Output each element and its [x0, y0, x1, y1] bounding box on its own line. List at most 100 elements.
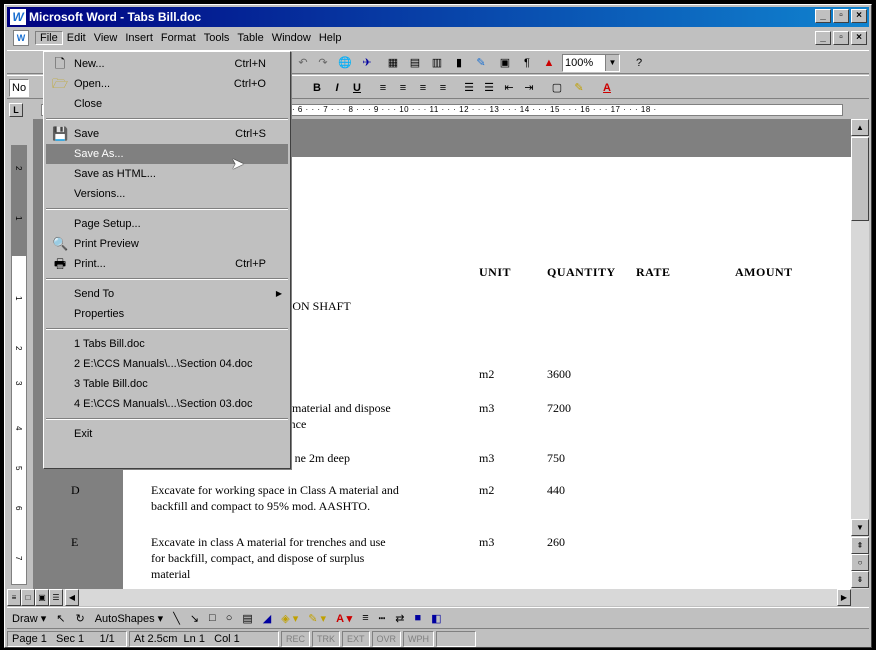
help-icon[interactable]: ?	[629, 53, 649, 73]
status-ext[interactable]: EXT	[342, 631, 370, 647]
menu-item-recent-4[interactable]: 4 E:\CCS Manuals\...\Section 03.doc	[46, 394, 288, 414]
doc-minimize-button[interactable]: _	[815, 31, 831, 45]
increase-indent-icon[interactable]: ⇥	[519, 78, 539, 98]
menu-window[interactable]: Window	[268, 32, 315, 44]
menu-item-properties[interactable]: Properties	[46, 304, 288, 324]
status-ovr[interactable]: OVR	[371, 631, 402, 647]
hyperlink-icon[interactable]: 🌐	[335, 53, 355, 73]
menu-file[interactable]: File	[35, 31, 63, 45]
italic-icon[interactable]: I	[327, 78, 347, 98]
menu-item-save-as[interactable]: Save As...	[46, 144, 288, 164]
vertical-scrollbar[interactable]: ▲ ▼ ⇞ ○ ⇟	[851, 119, 869, 589]
menu-insert[interactable]: Insert	[121, 32, 157, 44]
menu-tools[interactable]: Tools	[200, 32, 234, 44]
decrease-indent-icon[interactable]: ⇤	[499, 78, 519, 98]
menu-item-new[interactable]: 🗋 New... Ctrl+N	[46, 54, 288, 74]
menu-view[interactable]: View	[90, 32, 122, 44]
menu-edit[interactable]: Edit	[63, 32, 90, 44]
wordart-icon[interactable]: ◢	[258, 612, 276, 625]
align-center-icon[interactable]: ≡	[393, 78, 413, 98]
align-left-icon[interactable]: ≡	[373, 78, 393, 98]
shadow-icon[interactable]: ■	[409, 612, 426, 624]
arrow-icon[interactable]: ↘	[185, 612, 204, 625]
select-objects-icon[interactable]: ↖	[51, 612, 70, 625]
arrow-style-icon[interactable]: ⇄	[390, 612, 409, 625]
show-hide-icon[interactable]: ¶	[517, 53, 537, 73]
document-icon[interactable]: W	[13, 30, 29, 46]
document-map-icon[interactable]: ▣	[495, 53, 515, 73]
status-trk[interactable]: TRK	[312, 631, 341, 647]
line-style-icon[interactable]: ≡	[357, 612, 373, 624]
word-app-icon[interactable]: W	[10, 9, 26, 25]
menu-help[interactable]: Help	[315, 32, 346, 44]
status-wph[interactable]: WPH	[403, 631, 435, 647]
menu-item-exit[interactable]: Exit	[46, 424, 288, 444]
insert-excel-icon[interactable]: ▥	[427, 53, 447, 73]
drawing-icon[interactable]: ✎	[471, 53, 491, 73]
free-rotate-icon[interactable]: ↻	[70, 612, 89, 625]
dash-style-icon[interactable]: ┅	[374, 612, 391, 625]
chevron-down-icon[interactable]: ▼	[605, 55, 619, 71]
highlight-icon[interactable]: ✎	[569, 78, 589, 98]
columns-icon[interactable]: ▮	[449, 53, 469, 73]
menu-item-page-setup[interactable]: Page Setup...	[46, 214, 288, 234]
menu-item-send-to[interactable]: Send To ▶	[46, 284, 288, 304]
maximize-button[interactable]: ▫	[833, 9, 849, 23]
status-rec[interactable]: REC	[281, 631, 311, 647]
web-toolbar-icon[interactable]: ✈	[357, 53, 377, 73]
align-right-icon[interactable]: ≡	[413, 78, 433, 98]
menu-item-versions[interactable]: Versions...	[46, 184, 288, 204]
web-layout-icon[interactable]: □	[21, 589, 35, 606]
next-page-icon[interactable]: ⇟	[851, 571, 869, 588]
scroll-up-icon[interactable]: ▲	[851, 119, 869, 136]
fill-color-icon[interactable]: ◈ ▾	[276, 612, 303, 625]
menu-item-recent-1[interactable]: 1 Tabs Bill.doc	[46, 334, 288, 354]
scroll-left-icon[interactable]: ◀	[65, 589, 79, 606]
outline-view-icon[interactable]: ☰	[49, 589, 63, 606]
line-icon[interactable]: ╲	[168, 612, 185, 625]
menu-item-print-preview[interactable]: 🔍 Print Preview	[46, 234, 288, 254]
bold-icon[interactable]: B	[307, 78, 327, 98]
insert-table-icon[interactable]: ▤	[405, 53, 425, 73]
line-color-icon[interactable]: ✎ ▾	[303, 612, 331, 625]
text-box-icon[interactable]: ▤	[237, 612, 257, 625]
menu-item-save-as-html[interactable]: Save as HTML...	[46, 164, 288, 184]
normal-view-icon[interactable]: ≡	[7, 589, 21, 606]
rectangle-icon[interactable]: □	[204, 612, 221, 624]
menu-item-recent-3[interactable]: 3 Table Bill.doc	[46, 374, 288, 394]
drawbar-font-color-icon[interactable]: A ▾	[331, 612, 357, 625]
numbering-icon[interactable]: ☰	[459, 78, 479, 98]
justify-icon[interactable]: ≡	[433, 78, 453, 98]
oval-icon[interactable]: ○	[221, 612, 238, 624]
undo-icon[interactable]: ↶	[293, 53, 313, 73]
draw-menu-button[interactable]: Draw ▾	[7, 612, 51, 625]
previous-page-icon[interactable]: ⇞	[851, 537, 869, 554]
minimize-button[interactable]: _	[815, 9, 831, 23]
close-button[interactable]: ×	[851, 9, 867, 23]
menu-item-save[interactable]: 💾 Save Ctrl+S	[46, 124, 288, 144]
menu-item-close[interactable]: Close	[46, 94, 288, 114]
menu-table[interactable]: Table	[233, 32, 267, 44]
bullets-icon[interactable]: ☰	[479, 78, 499, 98]
horizontal-scrollbar[interactable]: ≡ □ ▣ ☰ ◀ ▶	[7, 589, 851, 606]
select-browse-object-icon[interactable]: ○	[851, 554, 869, 571]
menu-format[interactable]: Format	[157, 32, 200, 44]
3d-icon[interactable]: ◧	[426, 612, 446, 625]
redo-icon[interactable]: ↷	[313, 53, 333, 73]
doc-close-button[interactable]: ×	[851, 31, 867, 45]
underline-icon[interactable]: U	[347, 78, 367, 98]
office-assistant-icon[interactable]: ▲	[539, 53, 559, 73]
scroll-right-icon[interactable]: ▶	[837, 589, 851, 606]
menu-item-recent-2[interactable]: 2 E:\CCS Manuals\...\Section 04.doc	[46, 354, 288, 374]
scroll-thumb[interactable]	[851, 137, 869, 221]
zoom-combo[interactable]: 100% ▼	[562, 54, 620, 72]
menu-item-open[interactable]: 🗁 Open... Ctrl+O	[46, 74, 288, 94]
borders-icon[interactable]: ▢	[547, 78, 567, 98]
vertical-ruler[interactable]: 2 1 1 2 3 4 5 6 7	[11, 145, 27, 585]
scroll-down-icon[interactable]: ▼	[851, 519, 869, 536]
menu-item-print[interactable]: 🖶 Print... Ctrl+P	[46, 254, 288, 274]
autoshapes-menu-button[interactable]: AutoShapes ▾	[90, 612, 169, 625]
tables-borders-icon[interactable]: ▦	[383, 53, 403, 73]
doc-restore-button[interactable]: ▫	[833, 31, 849, 45]
tab-selector[interactable]: L	[9, 103, 23, 117]
